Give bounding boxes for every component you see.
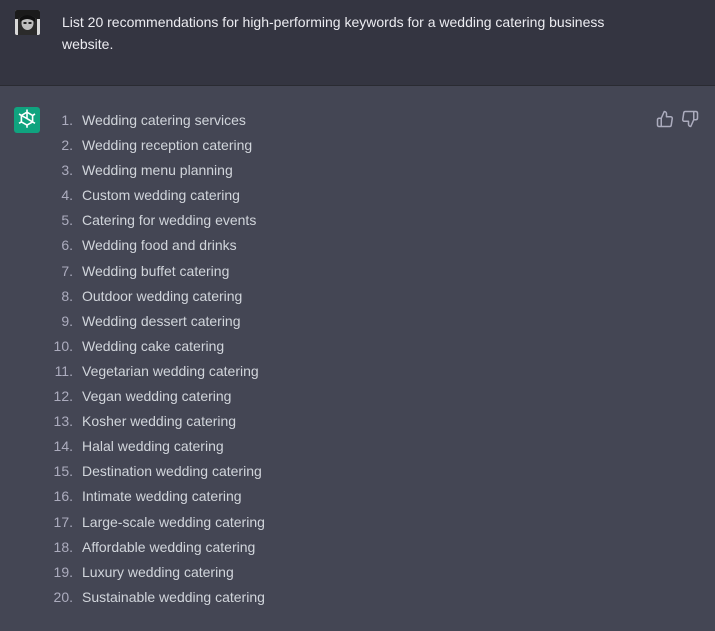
list-item-number: 3. <box>61 162 73 179</box>
list-item-number: 12. <box>53 388 73 405</box>
list-item-text: Outdoor wedding catering <box>82 287 243 304</box>
list-item-number: 9. <box>61 312 73 329</box>
list-item-number: 15. <box>53 463 73 480</box>
list-item-number: 16. <box>53 488 73 505</box>
list-item-text: Wedding cake catering <box>82 337 225 354</box>
list-item-text: Vegan wedding catering <box>82 388 232 405</box>
list-item-number: 7. <box>61 262 73 279</box>
list-item-text: Large-scale wedding catering <box>82 513 265 530</box>
list-item-number: 4. <box>61 187 73 204</box>
thumbs-down-icon[interactable] <box>681 110 699 128</box>
list-item-number: 10. <box>53 337 73 354</box>
list-item-number: 19. <box>53 563 73 580</box>
list-item-number: 18. <box>53 538 73 555</box>
list-item-text: Sustainable wedding catering <box>82 588 265 605</box>
list-item-text: Wedding catering services <box>82 112 246 128</box>
list-item-text: Affordable wedding catering <box>82 538 256 555</box>
list-item-text: Custom wedding catering <box>82 187 240 204</box>
list-item-text: Kosher wedding catering <box>82 413 237 430</box>
user-message-text: List 20 recommendations for high-perform… <box>62 14 605 52</box>
list-item-text: Wedding menu planning <box>82 162 233 179</box>
list-item-text: Destination wedding catering <box>82 463 262 480</box>
assistant-message-row: 1. Wedding catering services 2. Wedding rec… <box>0 86 715 631</box>
list-item-text: Luxury wedding catering <box>82 563 234 580</box>
list-item-number: 5. <box>61 212 73 229</box>
list-item-number: 14. <box>53 438 73 455</box>
list-item-text: Intimate wedding catering <box>82 488 242 505</box>
list-item-text: Vegetarian wedding catering <box>82 362 259 379</box>
openai-logo-icon <box>14 107 40 133</box>
list-item-number: 13. <box>53 413 73 430</box>
list-item-text: Wedding dessert catering <box>82 312 241 329</box>
user-avatar-icon <box>15 10 40 35</box>
list-item-number: 20. <box>53 588 73 605</box>
user-message-row: List 20 recommendations for high-perform… <box>0 0 715 86</box>
thumbs-up-icon[interactable] <box>656 110 674 128</box>
list-item-text: Wedding buffet catering <box>82 262 230 279</box>
list-item-number: 8. <box>61 287 73 304</box>
list-item-text: Catering for wedding events <box>82 212 257 229</box>
list-item-text: Halal wedding catering <box>82 438 224 455</box>
list-item-number: 1. <box>61 112 73 128</box>
list-item-text: Wedding food and drinks <box>82 237 237 254</box>
list-item-number: 11. <box>54 362 73 379</box>
list-item-text: Wedding reception catering <box>82 137 253 154</box>
list-item-number: 17. <box>53 513 73 530</box>
chat-conversation: List 20 recommendations for high-perform… <box>0 0 715 631</box>
list-item-number: 6. <box>61 237 73 254</box>
list-item-number: 2. <box>61 137 73 154</box>
